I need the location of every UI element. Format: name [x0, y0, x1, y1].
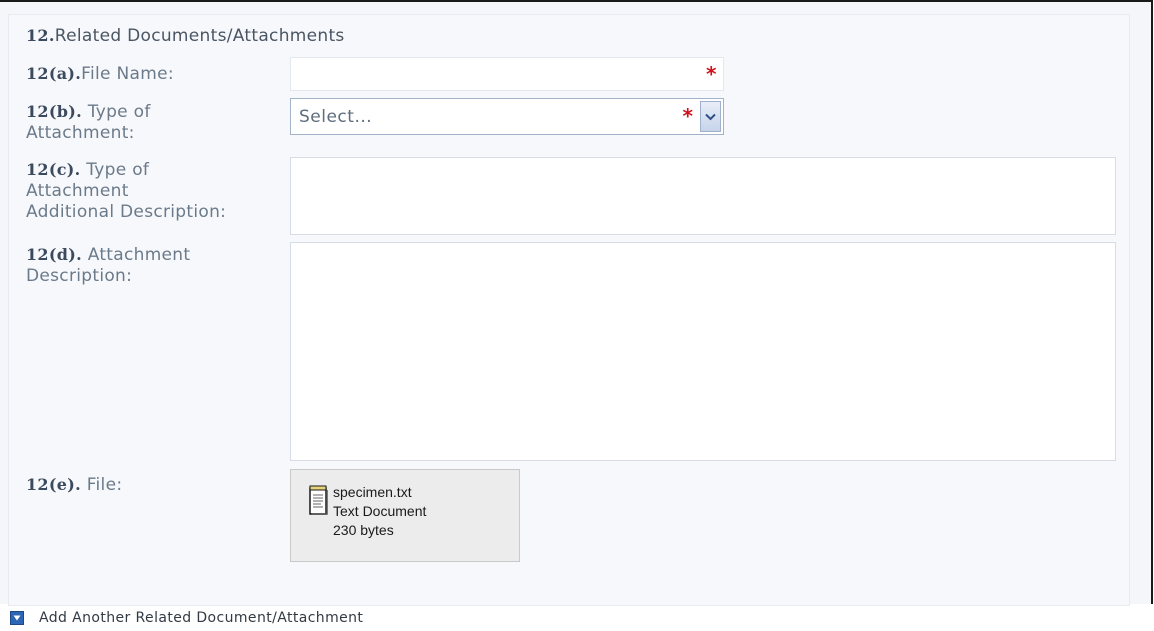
- file-name-label: 12(a).File Name:: [26, 64, 174, 84]
- file-name-input[interactable]: [290, 57, 724, 91]
- select-value: Select...: [299, 107, 373, 127]
- chevron-down-icon: [705, 113, 716, 120]
- text-document-icon: [309, 485, 328, 515]
- file-name-required-marker: *: [706, 62, 717, 86]
- file-type: Text Document: [333, 503, 427, 519]
- file-label: 12(e). File:: [26, 475, 123, 495]
- attachment-description-label: 12(d). Attachment Description:: [26, 245, 191, 286]
- section-number: 12.: [26, 26, 55, 45]
- file-attachment-tile[interactable]: specimen.txt Text Document 230 bytes: [290, 469, 520, 562]
- type-required-marker: *: [682, 104, 693, 128]
- attachment-description-textarea[interactable]: [290, 242, 1116, 461]
- section-title: 12.Related Documents/Attachments: [26, 26, 345, 46]
- type-additional-textarea[interactable]: [290, 157, 1116, 235]
- file-info: specimen.txt Text Document 230 bytes: [333, 483, 426, 540]
- type-of-attachment-select[interactable]: Select... *: [290, 98, 724, 135]
- file-name: specimen.txt: [333, 484, 412, 500]
- type-of-attachment-label: 12(b). Type of Attachment:: [26, 102, 151, 143]
- expand-arrow-icon[interactable]: [10, 611, 24, 625]
- dropdown-button[interactable]: [700, 101, 721, 132]
- type-additional-label: 12(c). Type of Attachment Additional Des…: [26, 160, 227, 222]
- add-another-link[interactable]: Add Another Related Document/Attachment: [39, 610, 363, 626]
- add-another-row[interactable]: Add Another Related Document/Attachment: [10, 608, 363, 628]
- file-size: 230 bytes: [333, 522, 394, 538]
- section-title-text: Related Documents/Attachments: [54, 26, 345, 46]
- arrow-down-glyph: [13, 615, 21, 621]
